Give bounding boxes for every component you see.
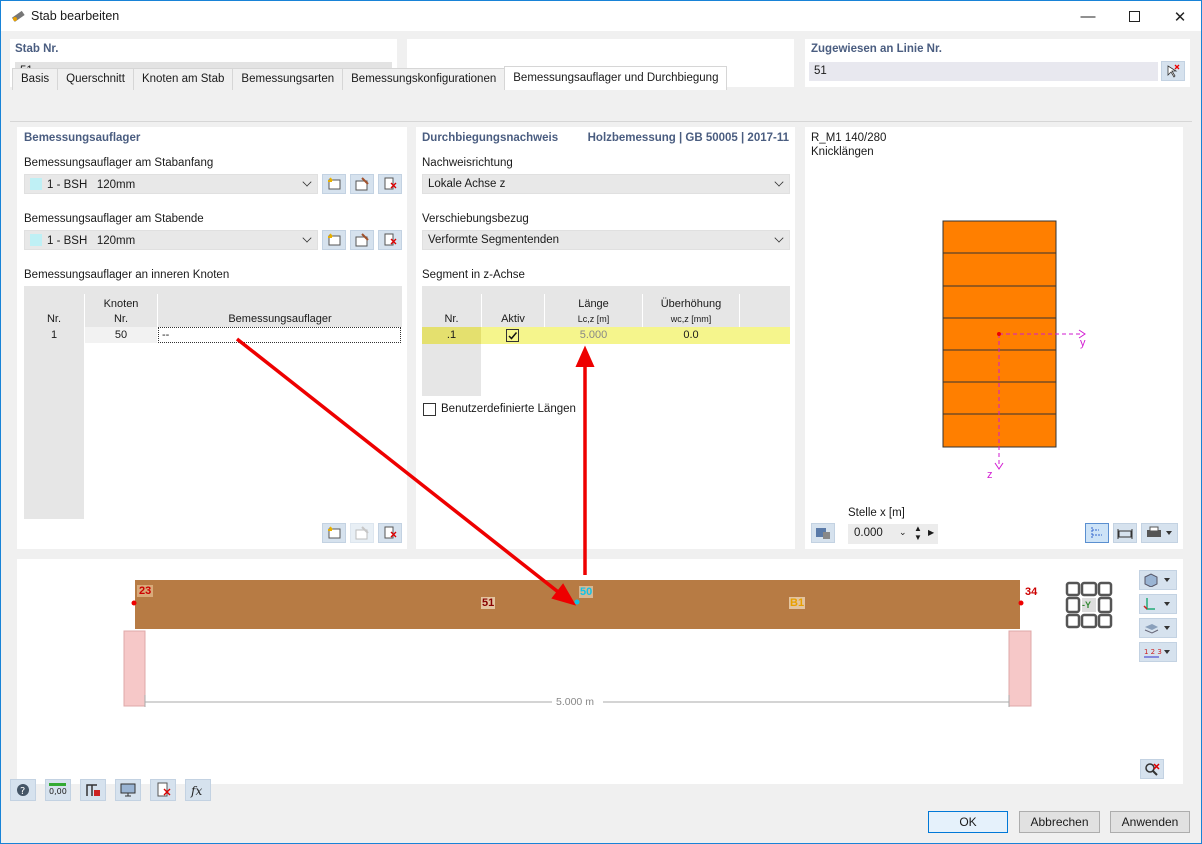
function-icon: fx	[190, 784, 202, 798]
svg-text:fx: fx	[190, 784, 202, 798]
delete-selection-button[interactable]	[150, 779, 176, 801]
formula-button[interactable]: fx	[185, 779, 211, 801]
units-button[interactable]: 0,00	[45, 779, 71, 801]
document-delete-icon	[157, 782, 171, 797]
help-button[interactable]: ?	[10, 779, 36, 801]
decimal-places-icon: 0,00	[49, 783, 67, 796]
svg-text:?: ?	[20, 786, 25, 797]
structure-icon	[86, 784, 100, 796]
ok-button[interactable]: OK	[928, 811, 1008, 833]
cancel-button[interactable]: Abbrechen	[1019, 811, 1100, 833]
display-settings-button[interactable]	[115, 779, 141, 801]
annotation-arrows	[235, 337, 595, 606]
model-info-button[interactable]	[80, 779, 106, 801]
apply-button[interactable]: Anwenden	[1110, 811, 1190, 833]
svg-text:0,00: 0,00	[49, 787, 67, 796]
help-icon: ?	[17, 784, 29, 797]
arrow-node-to-beam	[235, 337, 564, 597]
monitor-icon	[120, 783, 136, 797]
